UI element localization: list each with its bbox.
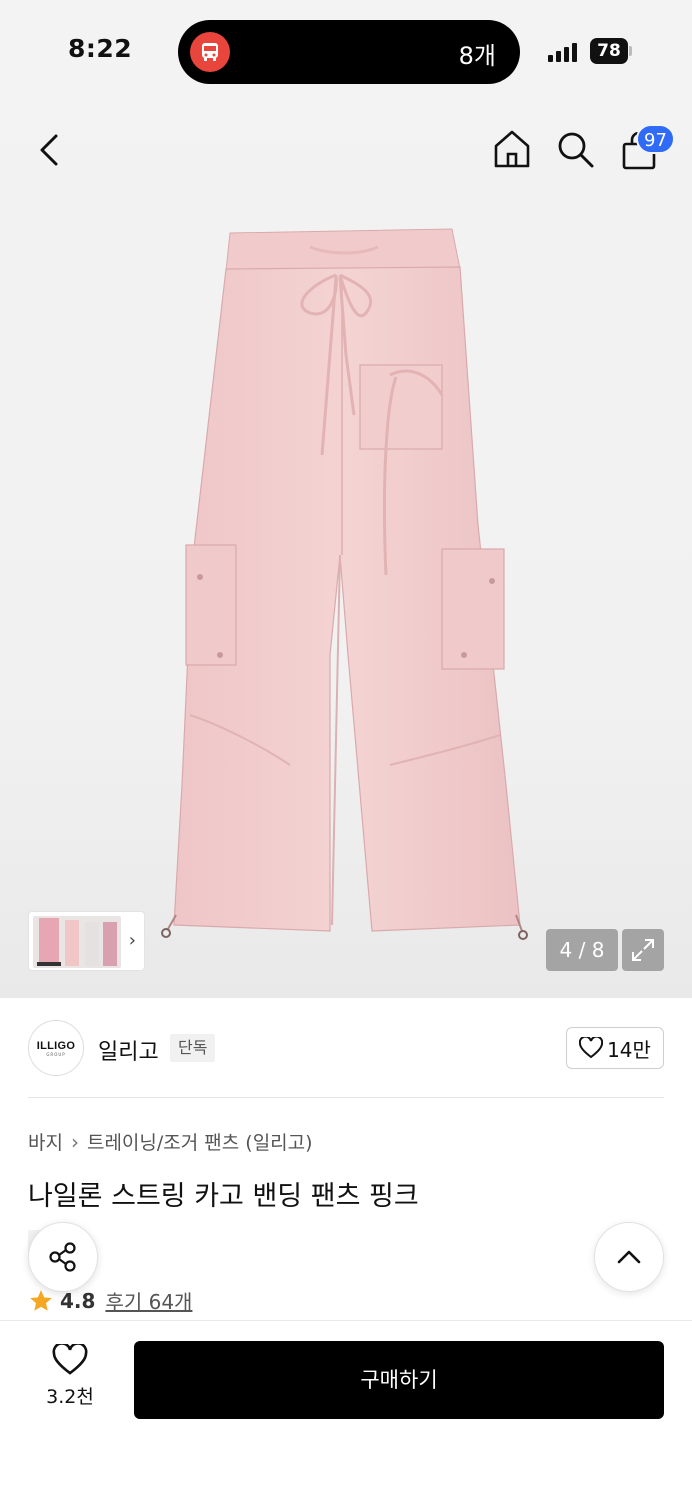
breadcrumb-category[interactable]: 바지 bbox=[28, 1128, 63, 1155]
chevron-right-icon: › bbox=[70, 1129, 79, 1154]
cart-count-badge: 97 bbox=[636, 124, 675, 154]
heart-icon bbox=[52, 1344, 88, 1375]
battery-icon: 78 bbox=[590, 38, 632, 64]
share-button[interactable] bbox=[28, 1222, 98, 1292]
search-icon[interactable] bbox=[556, 130, 596, 170]
thumbnail-image bbox=[33, 916, 121, 968]
rating-row: 4.8 후기 64개 bbox=[28, 1286, 192, 1315]
signal-icon bbox=[548, 42, 577, 62]
review-link[interactable]: 후기 64개 bbox=[105, 1286, 192, 1315]
status-time: 8:22 bbox=[68, 34, 133, 63]
scroll-top-button[interactable] bbox=[594, 1222, 664, 1292]
divider bbox=[28, 1097, 664, 1098]
product-gallery[interactable]: 8:22 8개 78 97 › 4 / 8 bbox=[0, 0, 692, 998]
product-image bbox=[161, 228, 528, 940]
brand-name[interactable]: 일리고 bbox=[98, 1034, 159, 1066]
back-icon[interactable] bbox=[36, 132, 64, 168]
bus-icon bbox=[190, 32, 230, 72]
heart-icon bbox=[579, 1037, 604, 1059]
chevron-right-icon[interactable]: › bbox=[129, 930, 136, 951]
battery-level: 78 bbox=[590, 38, 628, 64]
wishlist-count: 3.2천 bbox=[46, 1386, 94, 1408]
brand-logo-sub: GROUP bbox=[46, 1051, 66, 1057]
rating-value: 4.8 bbox=[60, 1288, 96, 1313]
image-pager: 4 / 8 bbox=[546, 929, 618, 971]
product-title: 나일론 스트링 카고 밴딩 팬츠 핑크 bbox=[28, 1181, 419, 1212]
star-icon bbox=[30, 1289, 52, 1311]
thumbnail-strip[interactable]: › bbox=[28, 911, 145, 971]
brand-like-button[interactable]: 14만 bbox=[566, 1027, 664, 1069]
wishlist-button[interactable]: 3.2천 bbox=[30, 1344, 110, 1414]
chevron-up-icon bbox=[617, 1250, 641, 1264]
share-icon bbox=[49, 1242, 76, 1272]
expand-button[interactable] bbox=[622, 929, 664, 971]
breadcrumb: 바지 › 트레이닝/조거 팬츠 (일리고) bbox=[28, 1128, 313, 1155]
brand-logo[interactable]: ILLIGO GROUP bbox=[28, 1020, 84, 1076]
home-icon[interactable] bbox=[492, 128, 532, 170]
brand-exclusive-tag: 단독 bbox=[170, 1034, 216, 1062]
dynamic-island[interactable]: 8개 bbox=[178, 20, 520, 84]
brand-like-count: 14만 bbox=[607, 1037, 651, 1062]
expand-icon bbox=[632, 939, 654, 961]
brand-logo-text: ILLIGO bbox=[36, 1039, 76, 1052]
breadcrumb-subcategory[interactable]: 트레이닝/조거 팬츠 (일리고) bbox=[87, 1128, 313, 1155]
buy-button[interactable]: 구매하기 bbox=[134, 1341, 664, 1419]
island-count: 8개 bbox=[458, 42, 496, 70]
